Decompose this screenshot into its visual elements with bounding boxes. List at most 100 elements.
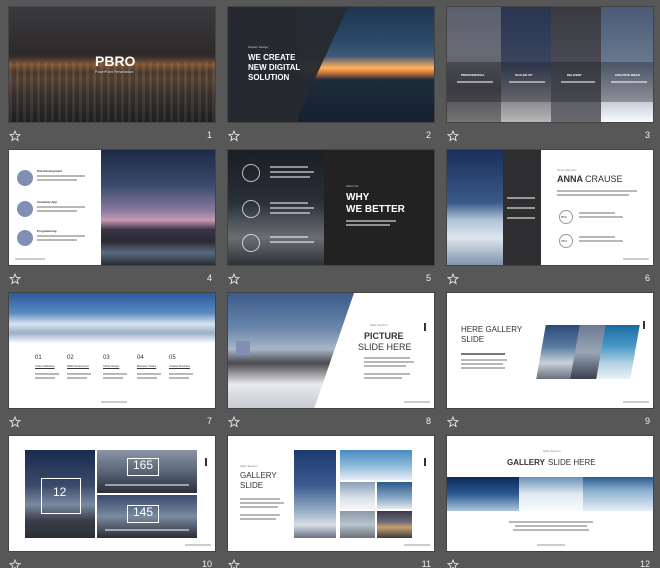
slide-12-thumbnail[interactable]: Slide Section GALLERY SLIDE HERE (446, 435, 654, 552)
headline-line-1: WE CREATE (248, 53, 296, 62)
slide-title-2: SLIDE (461, 335, 485, 344)
slide-2-thumbnail[interactable]: Modern Design WE CREATE NEW DIGITAL SOLU… (227, 6, 435, 123)
text-line (169, 377, 189, 379)
item-label-2: Creativity App (37, 200, 58, 204)
slide-2[interactable]: Modern Design WE CREATE NEW DIGITAL SOLU… (227, 6, 435, 146)
text-line (37, 206, 85, 208)
text-line (240, 506, 278, 508)
text-line (507, 217, 535, 219)
member-first-name: ANNA (557, 174, 583, 184)
icon-circle (242, 200, 260, 218)
star-icon[interactable] (447, 273, 459, 285)
star-icon[interactable] (447, 416, 459, 428)
divider-mark (424, 458, 426, 466)
footer-line (404, 401, 430, 403)
star-icon[interactable] (447, 559, 459, 568)
column-label-2: SCALED UP (515, 73, 533, 77)
slide-7[interactable]: 01 02 03 04 05 Online Marketing WEB Deve… (8, 292, 216, 432)
gallery-photo-wide (340, 450, 412, 480)
column-label-4: CREATIVE IDEAS (615, 73, 640, 77)
slide-title: PICTURE (364, 331, 404, 341)
slide-5-thumbnail[interactable]: About Us WHY WE BETTER (227, 149, 435, 266)
slide-number: 6 (644, 273, 650, 283)
text-line (270, 212, 310, 214)
slide-6-thumbnail[interactable]: Team Member ANNA CRAUSE 85% 68% (446, 149, 654, 266)
stat-value-2: 68% (561, 239, 568, 243)
gallery-photo-2 (519, 477, 583, 511)
slide-1[interactable]: PBRO PowerPoint Presentation 1 (8, 6, 216, 146)
slide-5[interactable]: About Us WHY WE BETTER 5 (227, 149, 435, 289)
text-line (270, 166, 308, 168)
icon-circle (242, 164, 260, 182)
text-line (67, 373, 91, 375)
text-line (346, 224, 390, 226)
slide-3-thumbnail[interactable]: PROFESSIONAL SCALED UP DELIVERY CREATIVE… (446, 6, 654, 123)
slide-number: 1 (206, 130, 212, 140)
headline-line-1: WHY (346, 192, 370, 203)
text-line (37, 235, 85, 237)
footer-line (185, 544, 211, 546)
slide-number: 7 (206, 416, 212, 426)
text-line (579, 236, 615, 238)
slide-7-thumbnail[interactable]: 01 02 03 04 05 Online Marketing WEB Deve… (8, 292, 216, 409)
slide-11[interactable]: Slide Section GALLERY SLIDE 11 (227, 435, 435, 568)
star-icon[interactable] (228, 130, 240, 142)
text-line (240, 514, 280, 516)
text-line (270, 207, 314, 209)
slide-tag: About Us (346, 184, 359, 188)
column-label-1: PROFESSIONAL (461, 73, 485, 77)
slide-number: 5 (425, 273, 431, 283)
slide-4[interactable]: Site Development Creativity App Programm… (8, 149, 216, 289)
headline-line-2: NEW DIGITAL (248, 63, 301, 72)
star-icon[interactable] (228, 416, 240, 428)
slide-8[interactable]: Slide Section PICTURE SLIDE HERE 8 (227, 292, 435, 432)
star-icon[interactable] (9, 130, 21, 142)
text-line (461, 363, 503, 365)
star-icon[interactable] (9, 273, 21, 285)
text-line (67, 377, 87, 379)
slide-10-thumbnail[interactable]: 12 165 145 (8, 435, 216, 552)
text-line (37, 175, 85, 177)
gallery-photo-small-3 (340, 511, 375, 538)
star-icon[interactable] (9, 559, 21, 568)
gallery-photo-small-4 (377, 511, 412, 538)
text-line (270, 171, 314, 173)
member-last-name: CRAUSE (585, 174, 623, 184)
headline-line-2: WE BETTER (346, 204, 405, 215)
text-line (169, 373, 193, 375)
stat-value-1: 165 (133, 458, 154, 472)
slide-1-thumbnail[interactable]: PBRO PowerPoint Presentation (8, 6, 216, 123)
text-line (270, 176, 310, 178)
text-line (364, 361, 414, 363)
star-icon[interactable] (447, 130, 459, 142)
star-icon[interactable] (9, 416, 21, 428)
slide-12[interactable]: Slide Section GALLERY SLIDE HERE 12 (446, 435, 654, 568)
slide-3[interactable]: PROFESSIONAL SCALED UP DELIVERY CREATIVE… (446, 6, 654, 146)
star-icon[interactable] (228, 273, 240, 285)
text-line (364, 357, 410, 359)
slide-9[interactable]: HERE GALLERY SLIDE 9 (446, 292, 654, 432)
bullet-circle (17, 170, 33, 186)
gallery-photo-tall (294, 450, 336, 538)
slide-4-thumbnail[interactable]: Site Development Creativity App Programm… (8, 149, 216, 266)
bullet-circle (17, 230, 33, 246)
slide-number: 3 (644, 130, 650, 140)
gallery-photo-small-1 (340, 482, 375, 509)
slide-number: 10 (201, 559, 212, 568)
slide-6[interactable]: Team Member ANNA CRAUSE 85% 68% 6 (446, 149, 654, 289)
text-line (461, 367, 505, 369)
slide-8-thumbnail[interactable]: Slide Section PICTURE SLIDE HERE (227, 292, 435, 409)
slide-11-thumbnail[interactable]: Slide Section GALLERY SLIDE (227, 435, 435, 552)
slide-9-thumbnail[interactable]: HERE GALLERY SLIDE (446, 292, 654, 409)
text-line (561, 81, 595, 83)
slide-tag: Slide Section (370, 323, 388, 327)
footer-line (101, 401, 127, 403)
star-icon[interactable] (228, 559, 240, 568)
column-label-3: DELIVERY (567, 73, 582, 77)
text-line (240, 502, 284, 504)
slide-tag: Slide Section (240, 464, 258, 468)
gallery-photo-small-2 (377, 482, 412, 509)
stat-value-2: 145 (133, 505, 154, 519)
gallery-photo-3 (583, 477, 653, 511)
slide-10[interactable]: 12 165 145 10 (8, 435, 216, 568)
